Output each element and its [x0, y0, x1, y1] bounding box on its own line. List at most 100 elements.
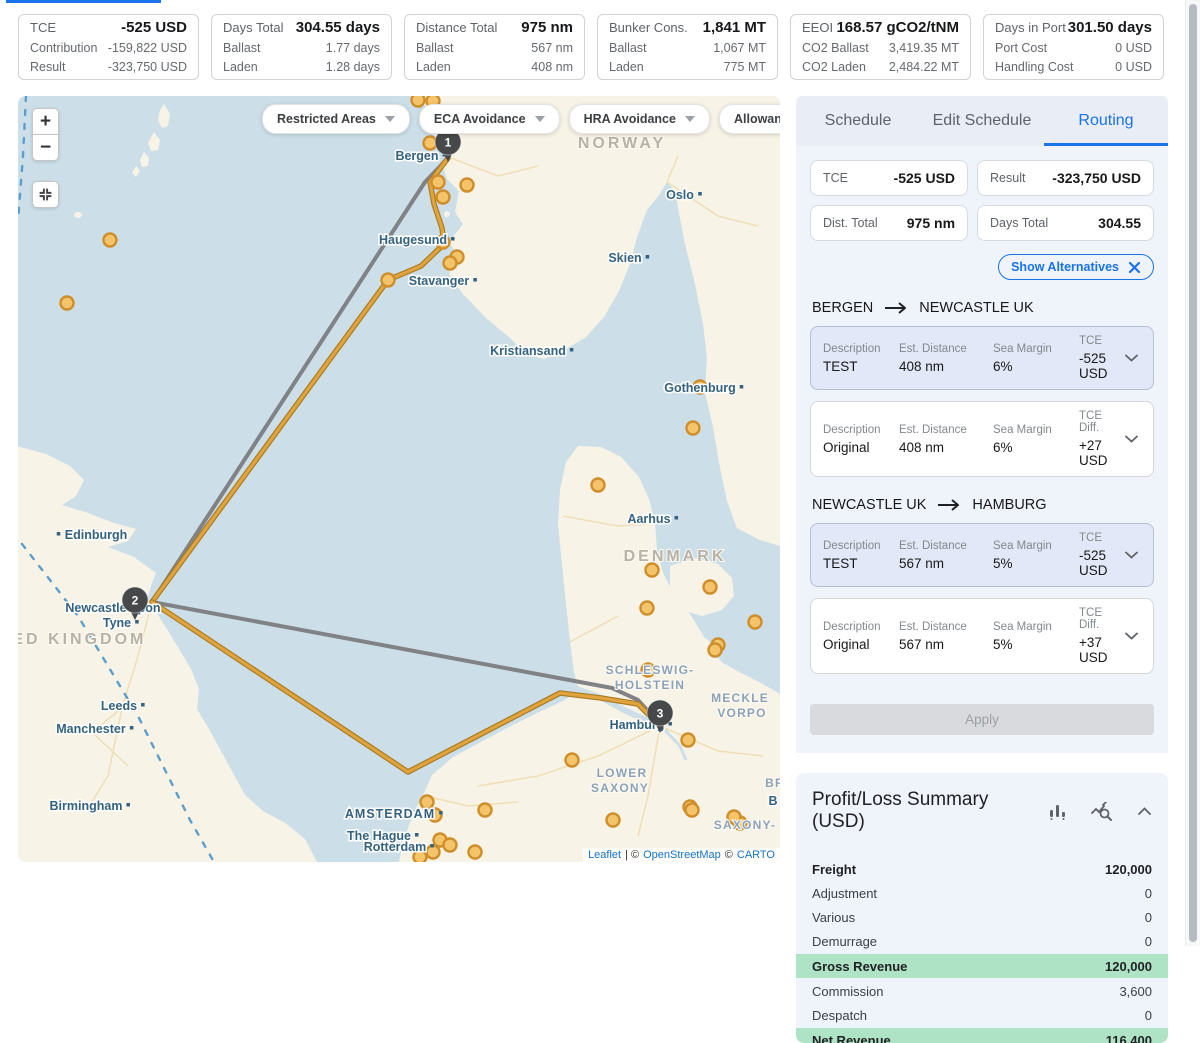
stat-card: Dist. Total 975 nm — [810, 205, 968, 241]
option-field: Sea Margin6% — [993, 424, 1079, 455]
caret-down-icon — [385, 116, 395, 122]
port-marker[interactable] — [444, 839, 457, 852]
port-marker[interactable] — [444, 257, 457, 270]
svg-text:3: 3 — [657, 707, 664, 721]
kpi-sub-label: Ballast — [223, 41, 261, 60]
filter-label: ECA Avoidance — [434, 112, 526, 126]
pnl-row: Net Revenue116,400 — [796, 1028, 1168, 1043]
leg-list: BERGENNEWCASTLE UKDescriptionTESTEst. Di… — [810, 300, 1154, 674]
option-field-value: 567 nm — [899, 637, 993, 652]
kpi-sub-value: 0 USD — [1115, 41, 1152, 60]
map[interactable]: NORWAYBergenOsloHaugesundStavangerSkienK… — [18, 96, 780, 862]
option-field-label: TCE — [1079, 335, 1125, 347]
filter-restricted-areas[interactable]: Restricted Areas — [262, 104, 410, 134]
kpi-value: 1,841 MT — [703, 19, 766, 36]
filter-hra-avoidance[interactable]: HRA Avoidance — [569, 104, 710, 134]
map-label: Oslo — [666, 188, 694, 202]
pnl-row-label: Despatch — [812, 1008, 867, 1023]
option-field-label: Est. Distance — [899, 343, 993, 355]
osm-link[interactable]: OpenStreetMap — [643, 849, 721, 861]
stat-value: 975 nm — [907, 215, 955, 231]
port-marker[interactable] — [709, 644, 722, 657]
route-option-selected[interactable]: DescriptionTESTEst. Distance567 nmSea Ma… — [810, 523, 1154, 587]
port-marker[interactable] — [592, 479, 605, 492]
kpi-sub-label: Result — [30, 60, 65, 79]
leg-to: HAMBURG — [972, 497, 1046, 513]
bar-chart-icon[interactable] — [1048, 803, 1067, 820]
option-field-value: 408 nm — [899, 440, 993, 455]
port-marker[interactable] — [479, 804, 492, 817]
page-scrollbar[interactable] — [1185, 0, 1200, 946]
port-marker[interactable] — [432, 176, 445, 189]
option-field-label: Description — [823, 540, 899, 552]
port-marker[interactable] — [61, 297, 74, 310]
kpi-sub-label: Laden — [609, 60, 644, 79]
port-marker[interactable] — [566, 754, 579, 767]
filter-eca-avoidance[interactable]: ECA Avoidance — [419, 104, 560, 134]
analysis-chart-icon[interactable] — [1091, 802, 1113, 821]
route-alternative[interactable] — [152, 158, 448, 602]
pnl-row-value: 0 — [1145, 934, 1152, 949]
map-label: Edinburgh — [65, 528, 128, 542]
port-marker[interactable] — [749, 616, 762, 629]
kpi-value: -525 USD — [121, 19, 187, 36]
filter-allowance[interactable]: Allowance — [719, 104, 780, 134]
port-marker[interactable] — [461, 179, 474, 192]
island-orkney — [74, 212, 82, 218]
port-marker[interactable] — [686, 804, 699, 817]
pnl-section: Profit/Loss Summary (USD) — [796, 773, 1168, 1043]
chevron-down-icon — [1125, 627, 1141, 645]
port-marker[interactable] — [437, 191, 450, 204]
port-marker[interactable] — [646, 564, 659, 577]
stat-label: Dist. Total — [823, 216, 878, 230]
scrollbar-thumb[interactable] — [1189, 4, 1197, 942]
stat-value: 304.55 — [1098, 215, 1141, 231]
port-marker[interactable] — [469, 846, 482, 859]
option-field-value: 567 nm — [899, 556, 993, 571]
pnl-row-value: 120,000 — [1105, 862, 1152, 877]
option-field-label: TCE — [1079, 532, 1125, 544]
zoom-out-button[interactable]: − — [32, 134, 59, 161]
show-alternatives-button[interactable]: Show Alternatives — [998, 254, 1154, 280]
collapse-map-button[interactable] — [32, 181, 59, 208]
caret-down-icon — [535, 116, 545, 122]
zoom-in-button[interactable]: + — [32, 108, 59, 135]
option-field: Est. Distance408 nm — [899, 424, 993, 455]
port-marker[interactable] — [687, 422, 700, 435]
route-option[interactable]: DescriptionOriginalEst. Distance408 nmSe… — [810, 401, 1154, 477]
option-field-value: 408 nm — [899, 359, 993, 374]
tab-edit-schedule[interactable]: Edit Schedule — [920, 96, 1044, 146]
kpi-value: 975 nm — [521, 19, 573, 36]
tab-routing[interactable]: Routing — [1044, 96, 1168, 146]
option-field: Est. Distance567 nm — [899, 621, 993, 652]
city-dot — [415, 833, 419, 837]
option-field-label: Description — [823, 621, 899, 633]
route-option-selected[interactable]: DescriptionTESTEst. Distance408 nmSea Ma… — [810, 326, 1154, 390]
map-canvas[interactable]: NORWAYBergenOsloHaugesundStavangerSkienK… — [18, 96, 780, 862]
port-marker[interactable] — [382, 274, 395, 287]
option-field: DescriptionOriginal — [823, 621, 899, 652]
tab-schedule[interactable]: Schedule — [796, 96, 920, 146]
port-marker[interactable] — [682, 734, 695, 747]
port-marker[interactable] — [607, 814, 620, 827]
route-option[interactable]: DescriptionOriginalEst. Distance567 nmSe… — [810, 598, 1154, 674]
leaflet-link[interactable]: Leaflet — [588, 849, 621, 861]
apply-button[interactable]: Apply — [810, 704, 1154, 735]
close-icon[interactable] — [1128, 261, 1141, 274]
map-label: Tyne — [103, 616, 131, 630]
carto-link[interactable]: CARTO — [737, 849, 775, 861]
kpi-label: EEOI — [802, 20, 833, 35]
port-marker[interactable] — [704, 581, 717, 594]
city-dot — [646, 255, 650, 259]
stat-label: Result — [990, 171, 1025, 185]
chevron-down-icon — [1125, 430, 1141, 448]
option-field: Sea Margin5% — [993, 540, 1079, 571]
city-dot — [439, 811, 443, 815]
chevron-up-icon[interactable] — [1137, 806, 1152, 816]
port-marker[interactable] — [104, 234, 117, 247]
kpi-sub-value: 3,419.35 MT — [889, 41, 959, 60]
port-marker[interactable] — [641, 602, 654, 615]
map-label: SCHLESWIG- — [606, 663, 695, 677]
svg-text:2: 2 — [132, 594, 139, 608]
city-dot — [698, 192, 702, 196]
